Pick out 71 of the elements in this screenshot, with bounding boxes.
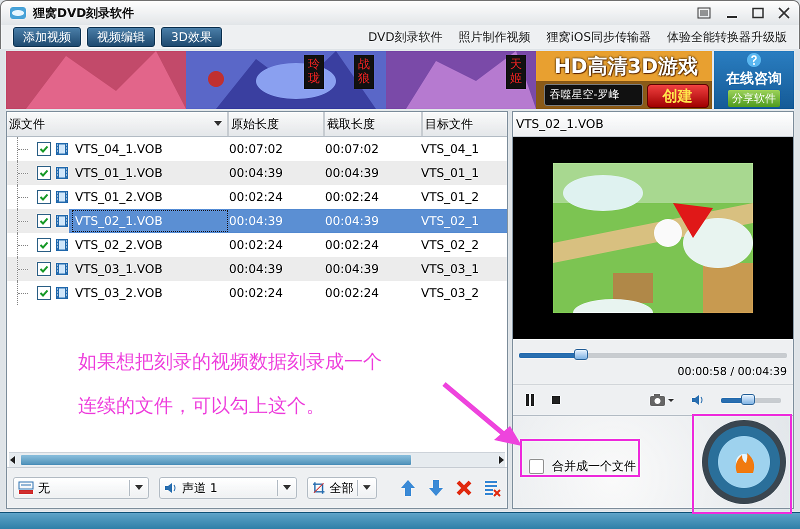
- volume-handle[interactable]: [741, 394, 755, 404]
- column-header[interactable]: 源文件: [7, 112, 229, 136]
- caret-icon[interactable]: [362, 485, 372, 491]
- checkbox[interactable]: [37, 214, 51, 228]
- merge-label[interactable]: 合并成一个文件: [552, 458, 636, 474]
- column-header[interactable]: 截取长度: [325, 112, 423, 136]
- checkbox[interactable]: [37, 262, 51, 276]
- app-logo-icon: [9, 5, 27, 21]
- column-header[interactable]: 原始长度: [229, 112, 325, 136]
- annotation-text: 如果想把刻录的视频数据刻录成一个 连续的文件，可以勾上这个。: [78, 350, 382, 419]
- product-link[interactable]: DVD刻录软件: [368, 28, 443, 46]
- column-header[interactable]: 目标文件: [423, 112, 507, 136]
- move-up-icon[interactable]: [399, 479, 417, 497]
- horizontal-scrollbar[interactable]: [9, 452, 505, 467]
- product-link[interactable]: 体验全能转换器升级版: [667, 28, 787, 46]
- film-icon: [55, 142, 69, 156]
- scroll-left-icon[interactable]: [9, 456, 17, 464]
- burn-button[interactable]: [701, 419, 787, 505]
- file-row[interactable]: VTS_01_2.VOB 00:02:24 00:02:24 VTS_01_2: [69, 185, 507, 209]
- file-row[interactable]: VTS_04_1.VOB 00:07:02 00:07:02 VTS_04_1: [69, 137, 507, 161]
- film-icon: [55, 286, 69, 300]
- dropdown[interactable]: 无: [13, 477, 149, 499]
- move-down-icon[interactable]: [427, 479, 445, 497]
- playback-time: 00:00:58 / 00:04:39: [513, 363, 793, 385]
- checkbox[interactable]: [37, 238, 51, 252]
- checkbox[interactable]: [37, 190, 51, 204]
- game-tag: 玲珑: [304, 55, 324, 89]
- film-icon: [55, 166, 69, 180]
- dropdown[interactable]: 声道 1: [159, 477, 297, 499]
- camera-icon[interactable]: [649, 393, 675, 407]
- window-title: 狸窝DVD刻录软件: [33, 4, 134, 22]
- clear-list-icon[interactable]: [483, 479, 501, 497]
- caret-icon[interactable]: [213, 121, 223, 127]
- ad-headline: HD高清3D游戏: [554, 53, 698, 80]
- speaker-icon: [164, 481, 178, 495]
- caret-icon[interactable]: [282, 485, 292, 491]
- product-link[interactable]: 狸窝iOS同步传输器: [546, 28, 651, 46]
- checkbox[interactable]: [37, 286, 51, 300]
- game-tag: 战狼: [354, 55, 374, 89]
- checkbox[interactable]: [529, 458, 544, 474]
- maximize-icon[interactable]: [751, 7, 765, 19]
- film-icon: [55, 190, 69, 204]
- game-tag: 天姬: [506, 55, 526, 89]
- online-consult-link[interactable]: 在线咨询: [726, 70, 782, 88]
- pause-icon[interactable]: [525, 394, 535, 406]
- volume-icon[interactable]: [691, 393, 705, 407]
- preview-file-name: VTS_02_1.VOB: [513, 112, 793, 137]
- toolbar-button[interactable]: 视频编辑: [87, 27, 155, 47]
- film-icon: [55, 214, 69, 228]
- seek-handle[interactable]: [574, 348, 588, 360]
- close-icon[interactable]: [777, 7, 791, 19]
- checkbox[interactable]: [37, 166, 51, 180]
- game-name-field[interactable]: 吞噬星空-罗峰: [544, 84, 642, 106]
- delete-icon[interactable]: [455, 479, 473, 497]
- scroll-right-icon[interactable]: [497, 456, 505, 464]
- caret-icon[interactable]: [134, 485, 144, 491]
- product-link[interactable]: 照片制作视频: [458, 28, 531, 46]
- film-icon: [55, 238, 69, 252]
- toolbar-button[interactable]: 添加视频: [13, 27, 81, 47]
- checkbox[interactable]: [37, 142, 51, 156]
- toolbar-button[interactable]: 3D效果: [161, 27, 222, 47]
- help-icon[interactable]: [747, 53, 761, 67]
- create-button[interactable]: 创建: [646, 84, 708, 108]
- film-icon: [55, 262, 69, 276]
- crop-icon: [312, 481, 326, 495]
- file-row[interactable]: VTS_03_2.VOB 00:02:24 00:02:24 VTS_03_2: [69, 281, 507, 305]
- file-row[interactable]: VTS_02_2.VOB 00:02:24 00:02:24 VTS_02_2: [69, 233, 507, 257]
- subtitle-icon: [18, 481, 34, 495]
- menu-icon[interactable]: [697, 7, 711, 19]
- stop-icon[interactable]: [551, 395, 561, 405]
- dropdown[interactable]: 全部: [307, 477, 377, 499]
